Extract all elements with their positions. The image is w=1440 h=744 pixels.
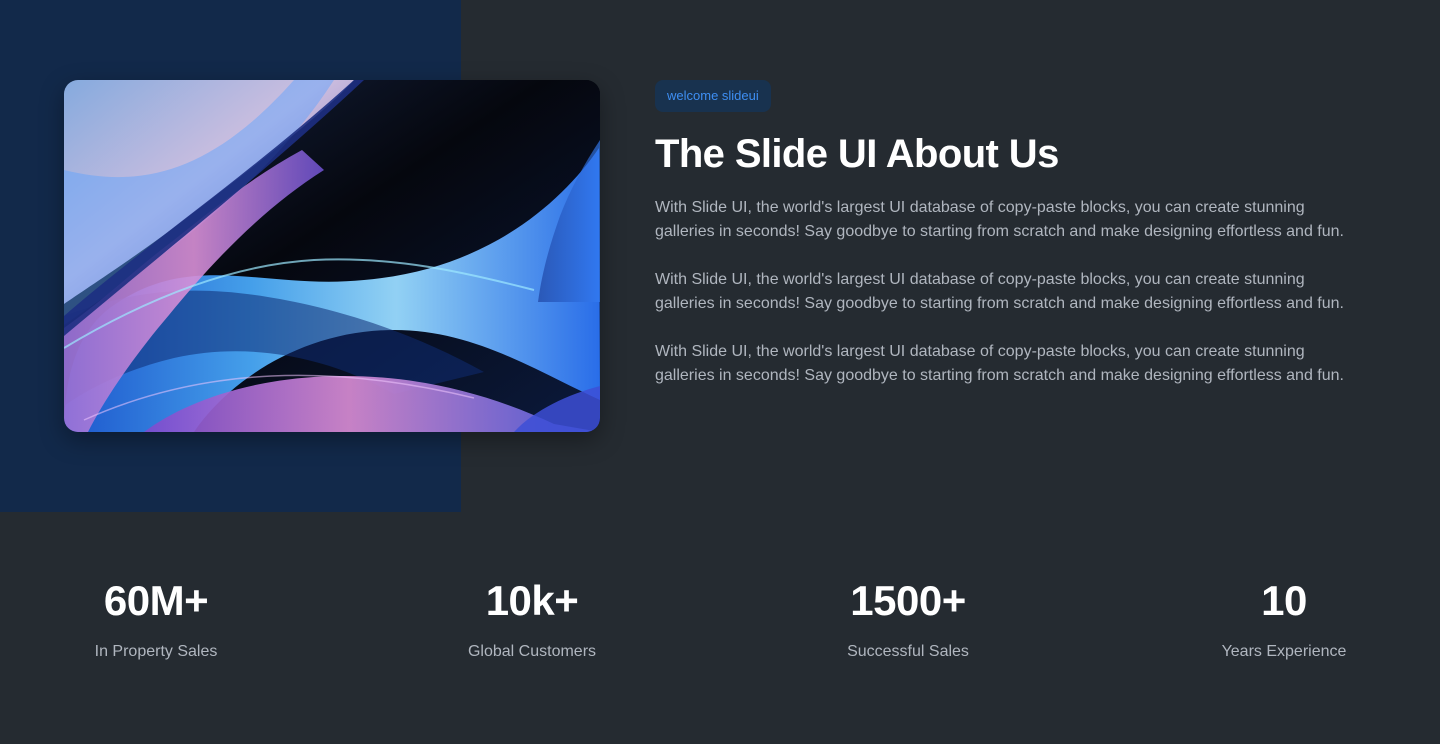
stat-property-sales: 60M+ In Property Sales: [46, 576, 266, 663]
stat-label: Global Customers: [467, 643, 597, 660]
stat-label: Successful Sales: [847, 643, 969, 660]
stats-row: 60M+ In Property Sales 10k+ Global Custo…: [0, 576, 1440, 676]
about-paragraph-1: With Slide UI, the world's largest UI da…: [655, 199, 1344, 240]
about-paragraph-3: With Slide UI, the world's largest UI da…: [655, 343, 1344, 384]
stat-value: 60M+: [103, 577, 209, 624]
section-badge: welcome slideui: [655, 80, 771, 112]
stat-global-customers: 10k+ Global Customers: [422, 576, 642, 663]
stat-value: 10: [1261, 577, 1307, 624]
stat-label: Years Experience: [1221, 643, 1347, 660]
stat-value: 1500+: [850, 577, 966, 624]
stat-successful-sales: 1500+ Successful Sales: [798, 576, 1018, 663]
about-content: welcome slideui The Slide UI About Us Wi…: [655, 80, 1375, 388]
stat-value: 10k+: [485, 577, 579, 624]
abstract-wave-illustration: [64, 80, 600, 432]
page-title: The Slide UI About Us: [655, 132, 1059, 176]
abstract-wave-artwork: [64, 80, 600, 432]
stat-years-experience: 10 Years Experience: [1174, 576, 1394, 663]
stat-label: In Property Sales: [94, 643, 218, 660]
about-paragraph-2: With Slide UI, the world's largest UI da…: [655, 271, 1344, 312]
